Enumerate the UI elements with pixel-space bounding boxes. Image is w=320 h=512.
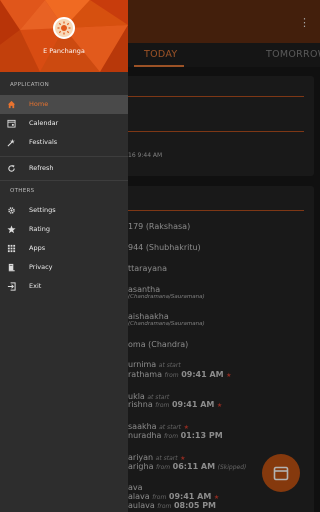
refresh-icon	[8, 164, 15, 172]
drawer-item-home[interactable]: Home	[0, 95, 128, 114]
exit-icon	[7, 282, 16, 291]
drawer-item-label: Settings	[29, 206, 56, 214]
apps-grid-icon	[7, 244, 16, 253]
drawer-item-label: Rating	[29, 225, 50, 233]
drawer-item-privacy[interactable]: Privacy	[0, 258, 128, 277]
drawer-item-settings[interactable]: Settings	[0, 201, 128, 220]
app-name: E Panchanga	[43, 47, 85, 55]
navigation-drawer: E Panchanga APPLICATION Home Calendar Fe…	[0, 0, 128, 512]
drawer-header: E Panchanga	[0, 0, 128, 72]
drawer-item-label: Exit	[29, 282, 42, 290]
section-others: OTHERS	[10, 188, 35, 194]
drawer-item-label: Calendar	[29, 119, 59, 127]
drawer-item-label: Festivals	[29, 138, 58, 146]
drawer-item-exit[interactable]: Exit	[0, 277, 128, 296]
drawer-item-refresh[interactable]: Refresh	[0, 159, 128, 178]
drawer-divider	[0, 156, 128, 157]
section-application: APPLICATION	[10, 82, 49, 88]
drawer-item-label: Refresh	[29, 164, 54, 172]
drawer-item-apps[interactable]: Apps	[0, 239, 128, 258]
drawer-divider	[0, 180, 128, 181]
drawer-item-label: Apps	[29, 244, 46, 252]
festival-icon	[7, 138, 15, 147]
drawer-item-calendar[interactable]: Calendar	[0, 114, 128, 133]
drawer-item-rating[interactable]: Rating	[0, 220, 128, 239]
sun-logo-icon	[57, 21, 71, 35]
drawer-item-festivals[interactable]: Festivals	[0, 133, 128, 152]
star-icon	[7, 225, 16, 234]
drawer-item-label: Privacy	[29, 263, 53, 271]
app-logo	[53, 17, 75, 39]
calendar-icon	[7, 119, 16, 128]
drawer-item-label: Home	[29, 100, 49, 108]
gear-icon	[8, 207, 15, 214]
drawer-scrim[interactable]	[128, 0, 320, 512]
home-icon	[7, 100, 16, 109]
privacy-icon	[8, 263, 15, 272]
